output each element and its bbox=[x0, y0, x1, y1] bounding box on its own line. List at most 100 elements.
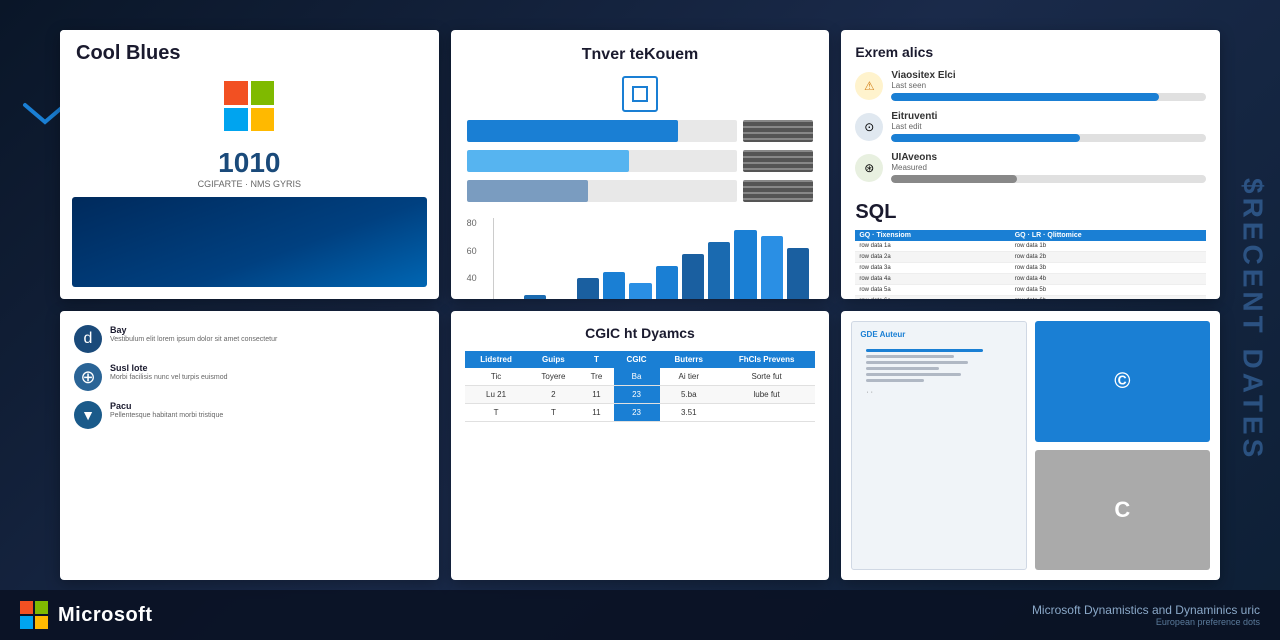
data-cell-2-2: 2 bbox=[527, 386, 579, 404]
card-right-top: Exrem alics ⚠ Viaositex Elci Last seen ⊙… bbox=[841, 30, 1220, 299]
bar-11 bbox=[761, 236, 783, 299]
bar-5 bbox=[603, 272, 625, 299]
hbar-stripes-1 bbox=[743, 120, 813, 142]
metric-icon-2: ⊙ bbox=[855, 113, 883, 141]
col-header-2: Guips bbox=[527, 351, 579, 368]
metric-sublabel-3: Measured bbox=[891, 163, 1206, 172]
list-title-3: Pacu bbox=[110, 401, 425, 411]
data-cell-1-5: Ai tier bbox=[660, 368, 718, 386]
mini-line-5 bbox=[866, 373, 960, 376]
ms-logo-yellow bbox=[251, 108, 275, 132]
sql-cell-1-1: row data 1a bbox=[855, 241, 1010, 252]
data-cell-2-6: lube fut bbox=[718, 386, 815, 404]
hbar-fill-1 bbox=[467, 120, 678, 142]
ms-logo-blue bbox=[224, 108, 248, 132]
ms-sq-red bbox=[20, 601, 33, 614]
metric-row-3: ⊛ UIAveons Measured bbox=[855, 152, 1206, 183]
data-cell-2-1: Lu 21 bbox=[465, 386, 528, 404]
sql-table: GQ · Tixensiom GQ · LR · Qlittomice row … bbox=[855, 230, 1206, 299]
main-content-area: Cool Blues 1010 CGIFARTE · NMS GYRIS Tnv… bbox=[60, 30, 1220, 580]
sql-cell-5-1: row data 5a bbox=[855, 285, 1010, 296]
metric-label-3: UIAveons bbox=[891, 152, 1206, 163]
data-cell-1-1: Tic bbox=[465, 368, 528, 386]
bar-6 bbox=[629, 283, 651, 299]
bottom-title: Microsoft Dynamistics and Dynaminics uri… bbox=[1032, 603, 1260, 617]
blue-card-icon: © bbox=[1114, 368, 1130, 394]
bar-7 bbox=[656, 266, 678, 299]
sql-col-2: GQ · LR · Qlittomice bbox=[1011, 230, 1206, 241]
sql-cell-4-1: row data 4a bbox=[855, 274, 1010, 285]
sql-col-1: GQ · Tixensiom bbox=[855, 230, 1010, 241]
col-header-5: Buterrs bbox=[660, 351, 718, 368]
mini-doc-note: · · bbox=[866, 389, 1011, 396]
list-body-2: Morbi facilisis nunc vel turpis euismod bbox=[110, 373, 425, 383]
hbar-row-3 bbox=[467, 180, 814, 202]
right-deco-text: $RECENT DATES bbox=[1237, 178, 1269, 461]
sql-row-3: row data 3a row data 3b bbox=[855, 263, 1206, 274]
data-cell-3-3: 11 bbox=[579, 404, 613, 422]
col-header-4: CGIC bbox=[614, 351, 660, 368]
y-label-60: 60 bbox=[467, 246, 477, 256]
right-decoration: $RECENT DATES bbox=[1225, 0, 1280, 640]
y-label-80: 80 bbox=[467, 218, 477, 228]
gray-card-icon: C bbox=[1114, 497, 1130, 523]
data-row-2: Lu 21 2 11 23 5.ba lube fut bbox=[465, 386, 816, 404]
sql-cell-3-1: row data 3a bbox=[855, 263, 1010, 274]
col-header-6: FhCls Prevens bbox=[718, 351, 815, 368]
hbar-stripes-3 bbox=[743, 180, 813, 202]
hbar-track-3 bbox=[467, 180, 738, 202]
metric-row-1: ⚠ Viaositex Elci Last seen bbox=[855, 70, 1206, 101]
card-cool-blues: Cool Blues 1010 CGIFARTE · NMS GYRIS bbox=[60, 30, 439, 299]
list-icon-2: ⊕ bbox=[74, 363, 102, 391]
sql-cell-5-2: row data 5b bbox=[1011, 285, 1206, 296]
metric-content-2: Eitruventi Last edit bbox=[891, 111, 1206, 142]
ms-logo-green bbox=[251, 81, 275, 105]
metric-bar-track-3 bbox=[891, 175, 1206, 183]
data-cell-2-4: 23 bbox=[614, 386, 660, 404]
col-header-1: Lidstred bbox=[465, 351, 528, 368]
sql-section: SQL GQ · Tixensiom GQ · LR · Qlittomice … bbox=[855, 201, 1206, 299]
sql-cell-4-2: row data 4b bbox=[1011, 274, 1206, 285]
list-title-1: Bay bbox=[110, 325, 425, 335]
data-cell-2-3: 11 bbox=[579, 386, 613, 404]
hbar-stripes-2 bbox=[743, 150, 813, 172]
bottom-mid-title: CGIC ht Dyamcs bbox=[465, 325, 816, 341]
data-row-3: T T 11 23 3.51 bbox=[465, 404, 816, 422]
sql-cell-6-2: row data 6b bbox=[1011, 296, 1206, 300]
metric-label-1: Viaositex Elci bbox=[891, 70, 1206, 81]
sql-cell-3-2: row data 3b bbox=[1011, 263, 1206, 274]
ms-logo-red bbox=[224, 81, 248, 105]
ms-brand: Microsoft bbox=[20, 601, 153, 629]
list-title-2: Susl lote bbox=[110, 363, 425, 373]
list-icon-3: ▼ bbox=[74, 401, 102, 429]
metric-icon-1: ⚠ bbox=[855, 72, 883, 100]
card-main-chart: Tnver teKouem bbox=[451, 30, 830, 299]
hbar-track-1 bbox=[467, 120, 738, 142]
cool-blues-number: 1010 CGIFARTE · NMS GYRIS bbox=[60, 139, 439, 197]
bottom-right-info: Microsoft Dynamistics and Dynaminics uri… bbox=[1032, 603, 1260, 627]
bar-chart bbox=[493, 218, 814, 299]
main-card-icon-area bbox=[467, 76, 814, 112]
sql-row-6: row data 6a row data 6b bbox=[855, 296, 1206, 300]
ms-logo-grid bbox=[224, 81, 274, 131]
sql-row-2: row data 2a row data 2b bbox=[855, 252, 1206, 263]
sql-cell-2-2: row data 2b bbox=[1011, 252, 1206, 263]
bottom-bar: Microsoft Microsoft Dynamistics and Dyna… bbox=[0, 590, 1280, 640]
ms-sq-yellow bbox=[35, 616, 48, 629]
list-body-3: Pellentesque habitant morbi tristique bbox=[110, 411, 425, 421]
data-table: Lidstred Guips T CGIC Buterrs FhCls Prev… bbox=[465, 351, 816, 422]
sql-cell-6-1: row data 6a bbox=[855, 296, 1010, 300]
card-bottom-left: d Bay Vestibulum elit lorem ipsum dolor … bbox=[60, 311, 439, 580]
data-cell-3-2: T bbox=[527, 404, 579, 422]
data-row-1: Tic Toyere Tre Ba Ai tier Sorte fut bbox=[465, 368, 816, 386]
card-bottom-right: GDE Auteur · · © C bbox=[841, 311, 1220, 580]
inner-box-icon bbox=[632, 86, 648, 102]
ms-logo bbox=[20, 601, 48, 629]
list-icon-1: d bbox=[74, 325, 102, 353]
sql-row-5: row data 5a row data 5b bbox=[855, 285, 1206, 296]
data-cell-1-6: Sorte fut bbox=[718, 368, 815, 386]
y-label-40: 40 bbox=[467, 273, 477, 283]
list-item-1: d Bay Vestibulum elit lorem ipsum dolor … bbox=[74, 325, 425, 353]
data-cell-1-3: Tre bbox=[579, 368, 613, 386]
mini-card-gray: C bbox=[1035, 450, 1210, 571]
